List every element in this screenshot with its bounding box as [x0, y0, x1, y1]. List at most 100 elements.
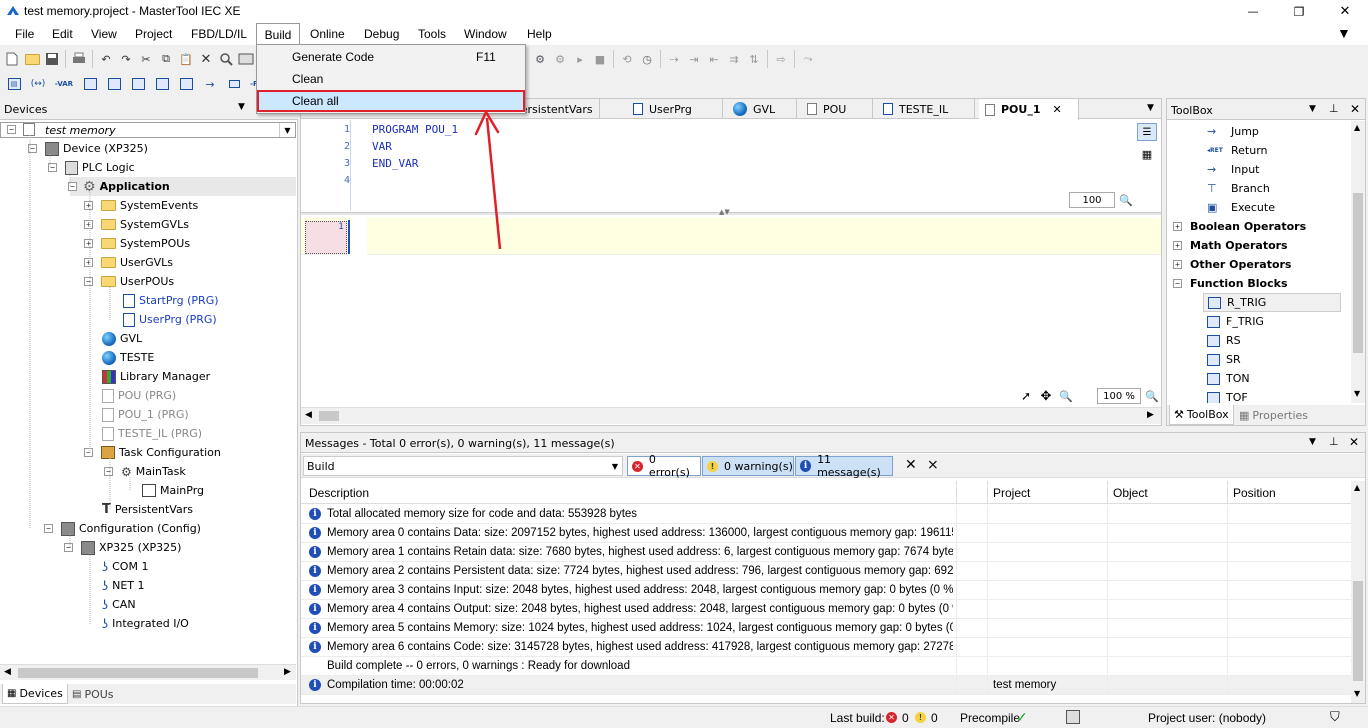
collapse-toggle[interactable]: −: [28, 144, 37, 153]
tab-devices[interactable]: ▦ Devices: [2, 684, 68, 704]
menu-online[interactable]: Online: [310, 27, 345, 41]
menu-help[interactable]: Help: [527, 27, 552, 41]
column-header-description[interactable]: Description: [309, 486, 369, 500]
column-header-project[interactable]: Project: [993, 486, 1030, 500]
toolbox-fb-ton[interactable]: TON: [1203, 369, 1250, 388]
scroll-up-icon[interactable]: ▲: [1354, 483, 1360, 492]
reset-icon[interactable]: ⟲: [617, 49, 637, 69]
collapse-toggle[interactable]: −: [68, 182, 77, 191]
tab-gvl[interactable]: GVL: [727, 99, 797, 119]
scroll-left-icon[interactable]: ◀: [4, 667, 11, 677]
login-icon[interactable]: ⚙: [530, 49, 550, 69]
build-menu-clean-all[interactable]: Clean all: [257, 90, 525, 112]
tree-item-pou-1[interactable]: POU_1 (PRG): [102, 405, 189, 424]
tree-item-userpous[interactable]: − UserPOUs: [84, 272, 174, 291]
tree-item-task-configuration[interactable]: − Task Configuration: [84, 443, 221, 462]
force-values-icon[interactable]: ⤳: [798, 49, 818, 69]
toolbox-category-function-blocks[interactable]: − Function Blocks: [1173, 274, 1288, 293]
set-next-icon[interactable]: ⇅: [744, 49, 764, 69]
expand-toggle[interactable]: +: [84, 258, 93, 267]
message-row[interactable]: i Memory area 3 contains Input: size: 204…: [301, 581, 1351, 600]
collapse-toggle[interactable]: −: [7, 125, 16, 134]
toolbox-item-return[interactable]: ◂RET Return: [1207, 141, 1268, 160]
zoom-tool-icon[interactable]: 🔍: [1057, 387, 1075, 405]
zoom-options-icon[interactable]: 🔍: [1143, 387, 1161, 405]
collapse-toggle[interactable]: −: [1173, 279, 1182, 288]
run-to-cursor-icon[interactable]: ⇉: [724, 49, 744, 69]
toolbox-close-icon[interactable]: ✕: [1350, 102, 1360, 116]
var-icon[interactable]: -VAR: [52, 74, 76, 94]
tab-toolbox[interactable]: ⚒ ToolBox: [1169, 405, 1234, 425]
box-assign-icon[interactable]: [128, 74, 148, 94]
collapse-toggle[interactable]: −: [84, 448, 93, 457]
decl-zoom-icon[interactable]: 🔍: [1117, 191, 1135, 209]
minimize-button[interactable]: —: [1230, 0, 1276, 23]
stop-icon[interactable]: ■: [590, 49, 610, 69]
expand-toggle[interactable]: +: [1173, 260, 1182, 269]
scroll-right-icon[interactable]: ▶: [1147, 410, 1154, 420]
tree-item-pou[interactable]: POU (PRG): [102, 386, 176, 405]
save-icon[interactable]: [42, 49, 62, 69]
message-row[interactable]: i Memory area 6 contains Code: size: 3145…: [301, 638, 1351, 657]
toolbox-item-branch[interactable]: ⊤ Branch: [1207, 179, 1270, 198]
clear-messages-icon[interactable]: ✕: [905, 457, 917, 473]
network-icon[interactable]: ▤: [4, 74, 24, 94]
clear-all-messages-icon[interactable]: ⨯: [927, 457, 939, 473]
move-tool-icon[interactable]: ✥: [1037, 387, 1055, 405]
tree-item-com1[interactable]: ʖ COM 1: [102, 557, 148, 576]
expand-toggle[interactable]: +: [1173, 222, 1182, 231]
toolbox-dropdown-icon[interactable]: ▼: [1309, 104, 1316, 114]
step-into-icon[interactable]: ⇥: [684, 49, 704, 69]
tree-item-library-manager[interactable]: Library Manager: [102, 367, 210, 386]
box-icon[interactable]: [80, 74, 100, 94]
tab-pou-1[interactable]: POU_1 ✕: [979, 99, 1079, 120]
jump-tool-icon[interactable]: →: [200, 74, 220, 94]
toolbox-category-other[interactable]: + Other Operators: [1173, 255, 1291, 274]
message-row[interactable]: i Memory area 0 contains Data: size: 2097…: [301, 524, 1351, 543]
tabs-dropdown-icon[interactable]: ▼: [1147, 103, 1154, 113]
menu-tools[interactable]: Tools: [418, 27, 446, 41]
message-row[interactable]: Build complete -- 0 errors, 0 warnings :…: [301, 657, 1351, 676]
devices-hscroll-thumb[interactable]: [18, 668, 258, 678]
box-output-icon[interactable]: [176, 74, 196, 94]
column-header-position[interactable]: Position: [1233, 486, 1276, 500]
menu-window[interactable]: Window: [464, 27, 507, 41]
tree-item-can[interactable]: ʖ CAN: [102, 595, 136, 614]
messages-filter-button[interactable]: i 11 message(s): [795, 453, 893, 479]
paste-icon[interactable]: 📋: [176, 49, 196, 69]
editor-hscroll-thumb[interactable]: [319, 411, 339, 421]
tab-pous[interactable]: ▤ POUs: [68, 684, 118, 704]
tree-item-startprg[interactable]: StartPrg (PRG): [123, 291, 219, 310]
scroll-left-icon[interactable]: ◀: [305, 410, 312, 420]
collapse-toggle[interactable]: −: [44, 524, 53, 533]
new-file-icon[interactable]: [2, 49, 22, 69]
toolbox-pin-icon[interactable]: ⊥: [1329, 102, 1339, 115]
message-row[interactable]: i Memory area 4 contains Output: size: 20…: [301, 600, 1351, 619]
tab-close-icon[interactable]: ✕: [1053, 103, 1062, 116]
devices-hscrollbar[interactable]: ◀ ▶: [0, 664, 296, 680]
menu-debug[interactable]: Debug: [364, 27, 399, 41]
tree-item-usergvls[interactable]: + UserGVLs: [84, 253, 173, 272]
tree-item-mainprg[interactable]: MainPrg: [142, 481, 204, 500]
tree-item-device[interactable]: − Device (XP325): [28, 139, 148, 158]
tree-item-systemevents[interactable]: + SystemEvents: [84, 196, 198, 215]
toolbox-vscrollbar[interactable]: ▲ ▼: [1351, 121, 1365, 403]
tab-properties[interactable]: ▦ Properties: [1235, 405, 1312, 425]
textual-view-button[interactable]: ☰: [1137, 123, 1157, 141]
toolbox-fb-f-trig[interactable]: F_TRIG: [1203, 312, 1264, 331]
expand-toggle[interactable]: +: [84, 239, 93, 248]
redo-icon[interactable]: ↷: [116, 49, 136, 69]
tree-item-plc-logic[interactable]: − PLC Logic: [48, 158, 135, 177]
decl-zoom-field[interactable]: 100: [1069, 192, 1115, 208]
box-input-icon[interactable]: [152, 74, 172, 94]
expand-toggle[interactable]: +: [84, 201, 93, 210]
scroll-down-icon[interactable]: ▼: [1354, 389, 1360, 398]
print-icon[interactable]: [69, 49, 89, 69]
menu-fbd-ld-il[interactable]: FBD/LD/IL: [191, 27, 247, 41]
step-over-icon[interactable]: ⇢: [664, 49, 684, 69]
tree-item-integrated-io[interactable]: ʖ Integrated I/O: [102, 614, 189, 633]
message-row[interactable]: i Memory area 2 contains Persistent data:…: [301, 562, 1351, 581]
toolbox-item-execute[interactable]: ▣ Execute: [1207, 198, 1275, 217]
build-tool-icon[interactable]: [236, 49, 256, 69]
scroll-right-icon[interactable]: ▶: [284, 667, 291, 677]
